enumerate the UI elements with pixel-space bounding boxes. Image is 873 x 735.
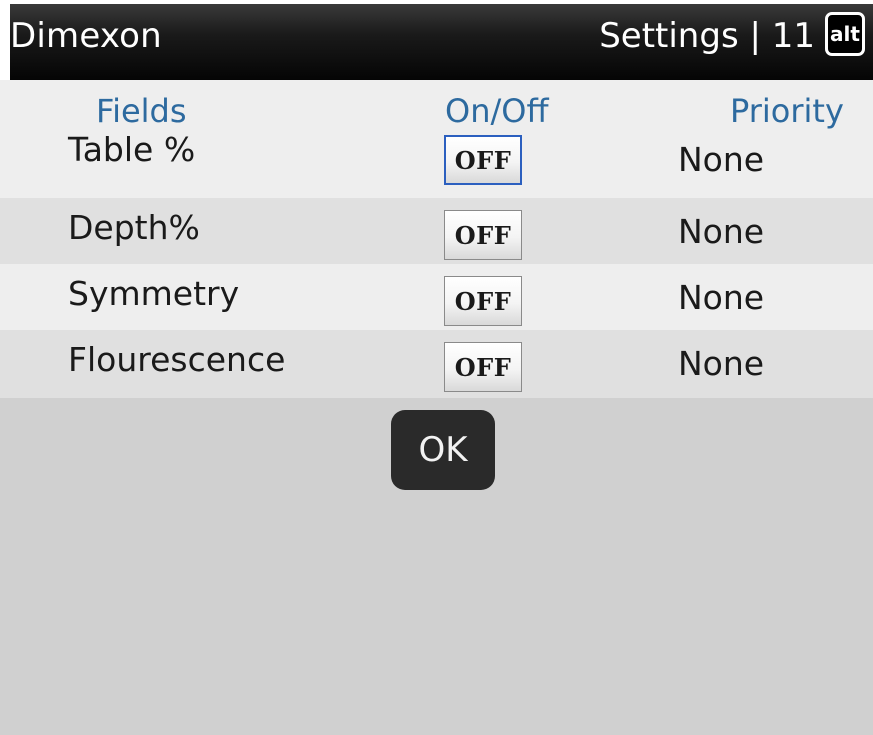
priority-value[interactable]: None <box>678 344 764 383</box>
field-label: Symmetry <box>68 274 240 313</box>
app-screen: Dimexon Settings | 11 alt Fields On/Off … <box>0 0 873 735</box>
title-bar: Dimexon Settings | 11 alt <box>0 0 873 80</box>
column-header-priority: Priority <box>730 92 844 130</box>
field-label: Table % <box>68 130 196 169</box>
screen-title: Settings | 11 <box>599 16 815 56</box>
settings-table: Fields On/Off Priority Table % OFF None … <box>0 80 873 398</box>
table-row: Table % OFF None <box>0 130 873 198</box>
on-off-toggle-button[interactable]: OFF <box>444 135 522 185</box>
table-row: Symmetry OFF None <box>0 264 873 330</box>
alt-key-indicator-icon: alt <box>825 12 865 56</box>
on-off-toggle-button[interactable]: OFF <box>444 210 522 260</box>
table-header: Fields On/Off Priority <box>0 80 873 132</box>
column-header-onoff: On/Off <box>445 92 549 130</box>
priority-value[interactable]: None <box>678 278 764 317</box>
table-row: Flourescence OFF None <box>0 330 873 398</box>
on-off-toggle-button[interactable]: OFF <box>444 342 522 392</box>
priority-value[interactable]: None <box>678 212 764 251</box>
table-row: Depth% OFF None <box>0 198 873 264</box>
priority-value[interactable]: None <box>678 140 764 179</box>
field-label: Flourescence <box>68 340 286 379</box>
field-label: Depth% <box>68 208 200 247</box>
app-name: Dimexon <box>10 16 162 56</box>
ok-button[interactable]: OK <box>391 410 495 490</box>
column-header-fields: Fields <box>96 92 187 130</box>
on-off-toggle-button[interactable]: OFF <box>444 276 522 326</box>
